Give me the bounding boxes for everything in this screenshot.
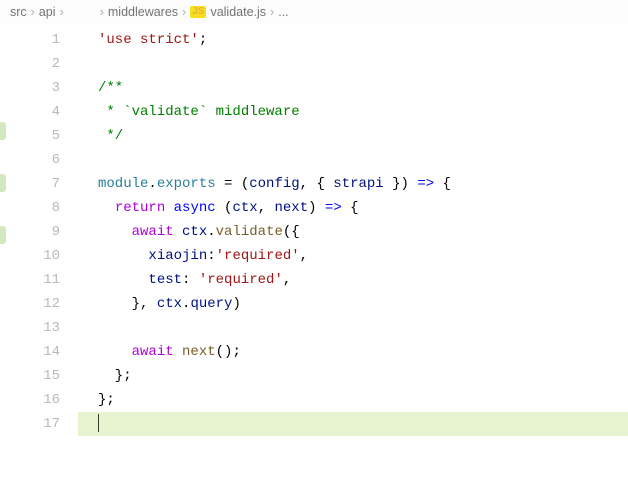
code-line: module.exports = (config, { strapi }) =>… [78,172,628,196]
chevron-right-icon: › [270,5,274,19]
code-line: await next(); [78,340,628,364]
line-number: 2 [0,52,60,76]
line-number: 13 [0,316,60,340]
line-number-gutter: 1 2 3 4 5 6 7 8 9 10 11 12 13 14 15 16 1… [0,24,78,504]
code-line-active [78,412,628,436]
code-line: 'use strict'; [78,28,628,52]
code-line: */ [78,124,628,148]
cursor [98,414,99,432]
breadcrumb-item-src[interactable]: src [10,5,27,19]
line-number: 4 [0,100,60,124]
line-number: 6 [0,148,60,172]
js-file-icon: JS [190,6,206,18]
line-number: 11 [0,268,60,292]
line-number: 7 [0,172,60,196]
code-line: }; [78,388,628,412]
code-line [78,316,628,340]
breadcrumb-item-more[interactable]: ... [278,5,288,19]
line-number: 16 [0,388,60,412]
line-number: 3 [0,76,60,100]
breadcrumb-item-file[interactable]: JS validate.js [190,5,266,19]
breadcrumb: src › api › › middlewares › JS validate.… [0,0,628,24]
code-line [78,148,628,172]
line-number: 10 [0,244,60,268]
line-number: 14 [0,340,60,364]
chevron-right-icon: › [60,5,64,19]
line-number: 12 [0,292,60,316]
line-number: 17 [0,412,60,436]
line-number: 8 [0,196,60,220]
code-line: * `validate` middleware [78,100,628,124]
chevron-right-icon: › [31,5,35,19]
code-line: }; [78,364,628,388]
code-line: await ctx.validate({ [78,220,628,244]
breadcrumb-item-api[interactable]: api [39,5,56,19]
code-line: xiaojin:'required', [78,244,628,268]
line-number: 9 [0,220,60,244]
code-line: /** [78,76,628,100]
code-content[interactable]: 'use strict'; /** * `validate` middlewar… [78,24,628,504]
code-line: return async (ctx, next) => { [78,196,628,220]
breadcrumb-item-middlewares[interactable]: middlewares [108,5,178,19]
code-line: }, ctx.query) [78,292,628,316]
chevron-right-icon: › [100,5,104,19]
line-number: 15 [0,364,60,388]
code-editor[interactable]: 1 2 3 4 5 6 7 8 9 10 11 12 13 14 15 16 1… [0,24,628,504]
margin-markers [0,24,8,504]
code-line [78,52,628,76]
line-number: 5 [0,124,60,148]
code-line: test: 'required', [78,268,628,292]
line-number: 1 [0,28,60,52]
chevron-right-icon: › [182,5,186,19]
